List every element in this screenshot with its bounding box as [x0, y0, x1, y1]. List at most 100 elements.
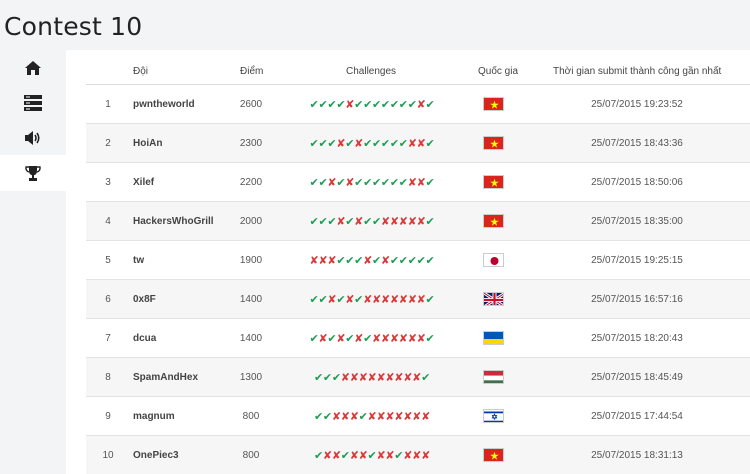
- challenge-status: ✔✔✘✔✘✔✔✔✔✔✔✘✘✔: [292, 176, 452, 189]
- check-icon: ✔: [389, 255, 399, 267]
- cross-icon: ✘: [407, 177, 417, 189]
- table-row[interactable]: 6 0x8F 1400 ✔✔✘✔✘✔✘✘✘✘✘✘✘✔ 25/07/2015 16…: [86, 280, 750, 319]
- cross-icon: ✘: [349, 411, 359, 423]
- cross-icon: ✘: [336, 216, 346, 228]
- team-name[interactable]: tw: [133, 255, 144, 266]
- check-icon: ✔: [425, 294, 435, 306]
- check-icon: ✔: [398, 99, 408, 111]
- check-icon: ✔: [380, 177, 390, 189]
- sidebar: [0, 50, 66, 474]
- check-icon: ✔: [336, 177, 346, 189]
- check-icon: ✔: [363, 177, 372, 189]
- sidebar-item-scoreboard[interactable]: [0, 155, 66, 191]
- last-submit-time: 25/07/2015 17:44:54: [591, 411, 683, 422]
- header-challenges[interactable]: Challenges: [346, 66, 396, 77]
- cross-icon: ✘: [389, 333, 399, 345]
- table-row[interactable]: 7 dcua 1400 ✔✘✔✘✔✘✔✘✘✘✘✘✘✔ 25/07/2015 18…: [86, 319, 750, 358]
- team-name[interactable]: OnePiec3: [133, 450, 179, 461]
- cross-icon: ✘: [336, 138, 346, 150]
- check-icon: ✔: [425, 99, 435, 111]
- check-icon: ✔: [389, 138, 399, 150]
- team-name[interactable]: 0x8F: [133, 294, 156, 305]
- table-row[interactable]: 1 pwntheworld 2600 ✔✔✔✔✘✔✔✔✔✔✔✔✘✔ 25/07/…: [86, 85, 750, 124]
- team-name[interactable]: Xilef: [133, 177, 154, 188]
- check-icon: ✔: [425, 216, 435, 228]
- cross-icon: ✘: [345, 99, 355, 111]
- server-icon: [24, 95, 42, 111]
- check-icon: ✔: [327, 216, 337, 228]
- rank: 3: [105, 177, 111, 188]
- cross-icon: ✘: [416, 99, 426, 111]
- score: 2200: [239, 177, 263, 188]
- check-icon: ✔: [407, 99, 417, 111]
- check-icon: ✔: [372, 255, 381, 267]
- check-icon: ✔: [314, 450, 323, 462]
- cross-icon: ✘: [322, 450, 332, 462]
- table-row[interactable]: 5 tw 1900 ✘✘✘✔✔✔✘✔✘✔✔✔✔✔ 25/07/2015 19:2…: [86, 241, 750, 280]
- scoreboard-table: Đội Điểm Challenges Quốc gia Thời gian s…: [86, 55, 750, 474]
- rank: 6: [105, 294, 111, 305]
- team-name[interactable]: HackersWhoGrill: [133, 216, 214, 227]
- rank: 10: [102, 450, 114, 461]
- team-name[interactable]: pwntheworld: [133, 99, 195, 110]
- check-icon: ✔: [363, 333, 372, 345]
- challenge-status: ✔✔✘✘✘✔✘✘✘✘✘✘✘: [292, 410, 452, 423]
- cross-icon: ✘: [385, 372, 395, 384]
- sidebar-item-home[interactable]: [0, 50, 66, 86]
- header-team[interactable]: Đội: [133, 66, 148, 77]
- team-name[interactable]: HoiAn: [133, 138, 162, 149]
- cross-icon: ✘: [398, 216, 408, 228]
- score: 2000: [239, 216, 263, 227]
- header-last-submit[interactable]: Thời gian submit thành công gần nhất: [553, 66, 721, 77]
- last-submit-time: 25/07/2015 16:57:16: [591, 294, 683, 305]
- team-name[interactable]: SpamAndHex: [133, 372, 198, 383]
- sidebar-item-server[interactable]: [0, 85, 66, 121]
- check-icon: ✔: [363, 138, 372, 150]
- check-icon: ✔: [314, 372, 323, 384]
- table-row[interactable]: 3 Xilef 2200 ✔✔✘✔✘✔✔✔✔✔✔✘✘✔ 25/07/2015 1…: [86, 163, 750, 202]
- cross-icon: ✘: [412, 411, 422, 423]
- check-icon: ✔: [331, 372, 341, 384]
- top-bar: Contest 10: [0, 0, 750, 50]
- home-icon: [24, 60, 42, 76]
- check-icon: ✔: [336, 255, 346, 267]
- check-icon: ✔: [372, 99, 381, 111]
- cross-icon: ✘: [389, 294, 399, 306]
- cross-icon: ✘: [416, 138, 426, 150]
- table-row[interactable]: 10 OnePiec3 800 ✔✘✘✔✘✘✔✘✘✔✘✘✘ 25/07/2015…: [86, 436, 750, 474]
- check-icon: ✔: [358, 411, 368, 423]
- vietnam-flag-icon: [483, 136, 504, 150]
- check-icon: ✔: [394, 450, 404, 462]
- header-country[interactable]: Quốc gia: [478, 66, 518, 77]
- cross-icon: ✘: [380, 255, 390, 267]
- cross-icon: ✘: [354, 138, 364, 150]
- cross-icon: ✘: [340, 372, 350, 384]
- challenge-status: ✔✘✔✘✔✘✔✘✘✘✘✘✘✔: [292, 332, 452, 345]
- score: 1400: [239, 294, 263, 305]
- check-icon: ✔: [380, 138, 390, 150]
- rank: 2: [105, 138, 111, 149]
- table-row[interactable]: 2 HoiAn 2300 ✔✔✔✘✔✘✔✔✔✔✔✘✘✔ 25/07/2015 1…: [86, 124, 750, 163]
- cross-icon: ✘: [421, 450, 430, 462]
- team-name[interactable]: dcua: [133, 333, 156, 344]
- cross-icon: ✘: [331, 450, 341, 462]
- team-name[interactable]: magnum: [133, 411, 175, 422]
- challenge-status: ✔✔✔✘✔✘✔✔✔✔✔✘✘✔: [292, 137, 452, 150]
- cross-icon: ✘: [403, 450, 413, 462]
- header-score[interactable]: Điểm: [240, 66, 263, 77]
- sidebar-item-announcements[interactable]: [0, 120, 66, 156]
- israel-flag-icon: [483, 409, 504, 423]
- table-row[interactable]: 4 HackersWhoGrill 2000 ✔✔✔✘✔✘✔✔✘✘✘✘✘✔ 25…: [86, 202, 750, 241]
- rank: 4: [105, 216, 111, 227]
- table-row[interactable]: 9 magnum 800 ✔✔✘✘✘✔✘✘✘✘✘✘✘ 25/07/2015 17…: [86, 397, 750, 436]
- ukraine-flag-icon: [483, 331, 504, 345]
- check-icon: ✔: [363, 216, 372, 228]
- rank: 5: [105, 255, 111, 266]
- check-icon: ✔: [322, 411, 332, 423]
- cross-icon: ✘: [354, 333, 364, 345]
- check-icon: ✔: [345, 255, 355, 267]
- table-row[interactable]: 8 SpamAndHex 1300 ✔✔✔✘✘✘✘✘✘✘✘✘✔ 25/07/20…: [86, 358, 750, 397]
- cross-icon: ✘: [327, 255, 337, 267]
- page-title: Contest 10: [4, 12, 143, 41]
- cross-icon: ✘: [394, 372, 404, 384]
